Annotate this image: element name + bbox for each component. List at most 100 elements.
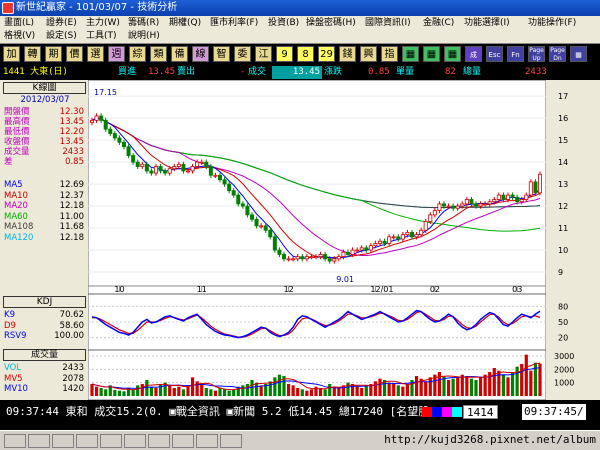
toolbar-button-11[interactable]: 智 — [213, 46, 230, 62]
toolbar-button-16[interactable]: 29 — [318, 46, 335, 62]
toolbar-button-14[interactable]: 9 — [276, 46, 293, 62]
toolbar-button-8[interactable]: 類 — [150, 46, 167, 62]
volume-bar — [296, 388, 300, 396]
taskbar-button-8[interactable] — [172, 434, 194, 448]
menu-4[interactable]: 籌碼(R) — [128, 17, 159, 30]
menu2-4[interactable]: 說明(H) — [128, 30, 160, 43]
toolbar-button-15[interactable]: 8 — [297, 46, 314, 62]
candle-body — [446, 205, 451, 208]
candle-body — [382, 240, 387, 244]
toolbar-button-24[interactable]: Esc — [486, 46, 503, 62]
volume-title[interactable]: 成交量 — [3, 349, 86, 361]
taskbar-button-2[interactable] — [28, 434, 50, 448]
ma-row: MA10 12.37 — [4, 191, 86, 201]
taskbar-button-4[interactable] — [76, 434, 98, 448]
candle-body — [291, 258, 296, 261]
volume-bar — [227, 390, 231, 396]
row-value: 13.45 — [59, 117, 84, 127]
volume-bar — [510, 372, 515, 396]
chart-area[interactable]: 9 10 11 12 13 14 15 16 17 20 50 80 1000 2000 3000 10 11 1… — [87, 79, 600, 401]
price-tick-label: 16 — [558, 114, 568, 123]
taskbar-button-10[interactable] — [220, 434, 242, 448]
menu-bar: 畫面(L) 證券(E) 主力(W) 籌碼(R) 期權(Q) 匯市利率(F) 投資(B) 操盤密… — [0, 16, 600, 44]
candle-body — [135, 161, 140, 167]
stock-code-input[interactable]: 1414 — [463, 405, 498, 419]
toolbar-button-25[interactable]: Fn — [507, 46, 524, 62]
toolbar-button-19[interactable]: 指 — [381, 46, 398, 62]
toolbar-button-6[interactable]: 週 — [108, 46, 125, 62]
toolbar-button-17[interactable]: 錢 — [339, 46, 356, 62]
menu-11[interactable]: 功能選擇(I) — [464, 17, 510, 30]
taskbar-button-7[interactable] — [148, 434, 170, 448]
toolbar-button-26[interactable]: Page Up — [528, 46, 545, 62]
title-bar: 新世紀贏家 - 101/03/07 - 技術分析 — [0, 0, 600, 16]
toolbar-button-22[interactable]: ▦ — [444, 46, 461, 62]
toolbar-button-23[interactable]: 成 — [465, 46, 482, 62]
stock-name[interactable]: 1441 大東(日) — [3, 66, 68, 79]
menu2-2[interactable]: 設定(S) — [46, 30, 77, 43]
ask-label: 賣出 — [177, 67, 196, 77]
menu-3[interactable]: 主力(W) — [86, 17, 120, 30]
toolbar-button-9[interactable]: 備 — [171, 46, 188, 62]
toolbar-button-10[interactable]: 線 — [192, 46, 209, 62]
volume-bar — [268, 381, 272, 396]
toolbar-button-28[interactable]: ▦ — [570, 46, 587, 62]
price-tick-label: 13 — [558, 180, 568, 189]
candle-body — [259, 225, 264, 228]
menu2-3[interactable]: 工具(T) — [86, 30, 117, 43]
time-tick-label: 03 — [512, 285, 522, 294]
volume-bar — [213, 390, 218, 396]
menu-6[interactable]: 匯市利率(F) — [210, 17, 258, 30]
menu-2[interactable]: 證券(E) — [46, 17, 77, 30]
toolbar-button-21[interactable]: ▦ — [423, 46, 440, 62]
menu-10[interactable]: 金融(C) — [423, 17, 454, 30]
toolbar-button-18[interactable]: 興 — [360, 46, 377, 62]
volume-bar — [200, 384, 204, 396]
volume-bar — [346, 382, 350, 396]
technical-chart[interactable]: 9 10 11 12 13 14 15 16 17 20 50 80 1000 2000 3000 10 11 1… — [87, 79, 600, 401]
taskbar-button-6[interactable] — [124, 434, 146, 448]
candle-body — [268, 229, 273, 238]
toolbar-button-12[interactable]: 委 — [234, 46, 251, 62]
menu-8[interactable]: 操盤密碼(H) — [306, 17, 356, 30]
volume-bar — [424, 381, 428, 396]
toolbar-button-4[interactable]: 價 — [66, 46, 83, 62]
menu-1[interactable]: 畫面(L) — [4, 17, 34, 30]
candle-body — [300, 256, 305, 260]
candle-body — [94, 115, 99, 121]
menu-12[interactable]: 功能操作(F) — [528, 17, 576, 30]
toolbar-button-13[interactable]: 江 — [255, 46, 272, 62]
toolbar-button-3[interactable]: 期 — [45, 46, 62, 62]
taskbar-button-5[interactable] — [100, 434, 122, 448]
menu2-1[interactable]: 格視(V) — [4, 30, 35, 43]
menu-7[interactable]: 投資(B) — [268, 17, 299, 30]
candle-body — [204, 161, 209, 167]
kdj-title[interactable]: KDJ — [3, 296, 86, 308]
volume-bar — [483, 374, 487, 396]
toolbar-button-27[interactable]: Page Dn — [549, 46, 566, 62]
menu-5[interactable]: 期權(Q) — [169, 17, 201, 30]
taskbar-button-3[interactable] — [52, 434, 74, 448]
menu-9[interactable]: 國際資訊(I) — [365, 17, 411, 30]
toolbar-button-1[interactable]: 加 — [3, 46, 20, 62]
toolbar-button-20[interactable]: ▦ — [402, 46, 419, 62]
candle-body — [122, 141, 127, 148]
candle-body — [455, 205, 460, 209]
candle-body — [286, 258, 291, 261]
kline-title[interactable]: K線圖 — [3, 82, 86, 94]
toolbar-button-2[interactable]: 轉 — [24, 46, 41, 62]
candle-body — [350, 249, 355, 255]
taskbar-button-1[interactable] — [4, 434, 26, 448]
taskbar: http://kujd3268.pixnet.net/album — [0, 430, 600, 450]
toolbar: 加轉期價選週綜類備線智委江 9 8 29 錢興指 ▦ ▦ ▦ 成 Esc Fn Page Up Page… — [0, 44, 600, 64]
toolbar-button-7[interactable]: 綜 — [129, 46, 146, 62]
candle-body — [154, 166, 159, 174]
row-value: 12.37 — [59, 190, 84, 201]
toolbar-button-5[interactable]: 選 — [87, 46, 104, 62]
candle-body — [336, 256, 341, 260]
total-value: 2433 — [525, 67, 547, 77]
volume-bar — [392, 384, 396, 396]
volume-bar — [99, 388, 103, 396]
candle-body — [441, 203, 446, 207]
taskbar-button-9[interactable] — [196, 434, 218, 448]
